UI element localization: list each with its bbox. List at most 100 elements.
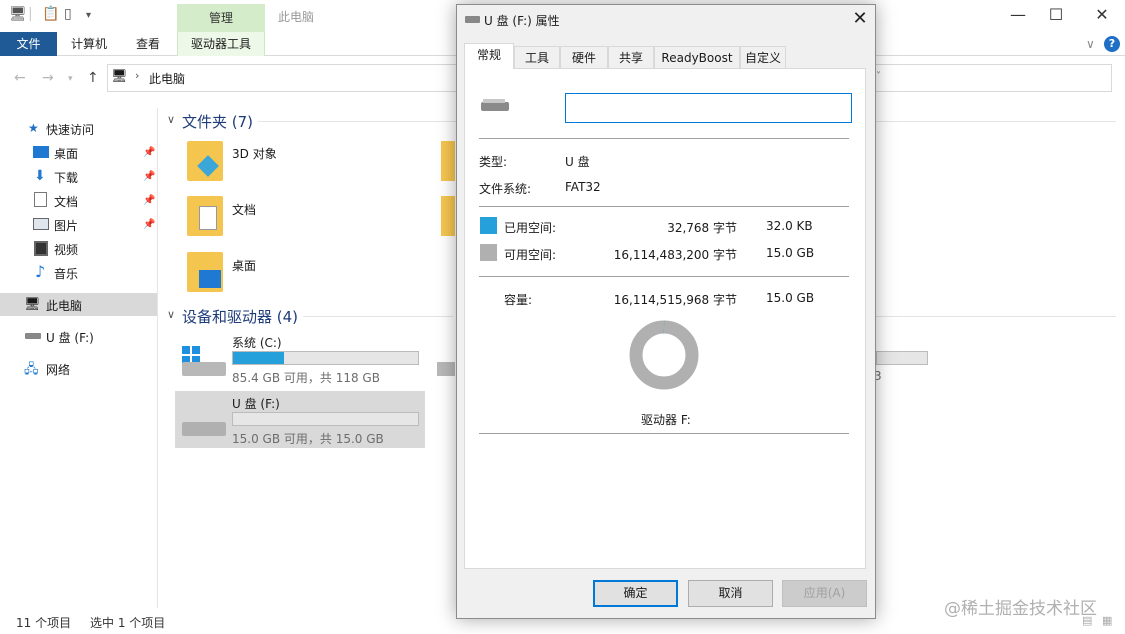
cancel-button[interactable]: 取消 — [688, 580, 773, 607]
tab-readyboost[interactable]: ReadyBoost — [654, 46, 740, 68]
folder-icon[interactable] — [187, 252, 223, 292]
sidebar-item-desktop[interactable]: 桌面 — [54, 145, 78, 162]
tab-view[interactable]: 查看 — [136, 32, 160, 56]
tab-general[interactable]: 常规 — [464, 43, 514, 69]
tab-drive-tools[interactable]: 驱动器工具 — [177, 32, 265, 56]
drive-icon[interactable] — [437, 362, 455, 376]
document-icon — [34, 192, 47, 207]
folder-icon[interactable] — [441, 196, 455, 236]
window-title: 此电脑 — [278, 10, 315, 24]
pin-icon: 📌 — [143, 195, 156, 206]
folder-label[interactable]: 3D 对象 — [232, 145, 277, 162]
breadcrumb-chevron-icon[interactable]: › — [135, 69, 139, 82]
folder-label[interactable]: 文档 — [232, 201, 256, 218]
section-divider — [876, 316, 1116, 317]
capacity-bytes: 16,114,515,968 字节 — [613, 293, 737, 307]
pin-icon: 📌 — [143, 219, 156, 230]
separator — [479, 433, 849, 434]
usage-donut-chart — [629, 320, 699, 390]
drive-free-text: 15.0 GB 可用，共 15.0 GB — [232, 432, 384, 446]
used-bytes: 32,768 字节 — [667, 221, 737, 235]
properties-icon[interactable]: 📋 — [42, 6, 59, 22]
minimize-icon[interactable]: — — [998, 4, 1038, 26]
collapse-chevron-icon[interactable]: ∨ — [167, 113, 175, 126]
sidebar-item-quick-access[interactable]: 快速访问 — [46, 121, 94, 138]
section-divider — [258, 121, 458, 122]
section-divider — [303, 316, 453, 317]
usb-drive-icon — [25, 333, 41, 339]
cube-icon — [197, 155, 219, 177]
folder-icon[interactable] — [187, 141, 223, 181]
pictures-icon — [33, 218, 49, 230]
tab-tools[interactable]: 工具 — [514, 46, 560, 68]
item-count: 11 个项目 — [16, 616, 72, 630]
download-icon: ⬇ — [34, 168, 46, 184]
divider: | — [28, 6, 33, 22]
new-folder-icon[interactable]: ▯ — [64, 6, 72, 22]
large-icons-view-icon[interactable]: ▦ — [1102, 614, 1112, 627]
network-icon: 🖧 — [24, 362, 39, 377]
drive-usage-bar — [876, 351, 928, 365]
sidebar-item-music[interactable]: 音乐 — [54, 265, 78, 282]
sidebar-item-videos[interactable]: 视频 — [54, 241, 78, 258]
separator — [479, 138, 849, 139]
filesystem-label: 文件系统: — [479, 182, 532, 196]
filesystem-value: FAT32 — [565, 180, 601, 194]
used-space-swatch — [480, 217, 497, 234]
free-bytes: 16,114,483,200 字节 — [613, 248, 737, 262]
address-dropdown-icon[interactable]: ˅ — [876, 71, 881, 82]
dialog-title: U 盘 (F:) 属性 — [484, 14, 560, 28]
free-space-swatch — [480, 244, 497, 261]
tab-sharing[interactable]: 共享 — [608, 46, 654, 68]
ok-button[interactable]: 确定 — [593, 580, 678, 607]
collapse-chevron-icon[interactable]: ∨ — [167, 308, 175, 321]
breadcrumb[interactable]: 此电脑 — [149, 70, 185, 87]
recent-locations-icon[interactable]: ▾ — [68, 74, 73, 84]
video-icon — [34, 241, 48, 256]
drive-name[interactable]: U 盘 (F:) — [232, 395, 280, 412]
watermark: @稀土掘金技术社区 — [944, 599, 1097, 619]
sidebar-item-downloads[interactable]: 下载 — [54, 169, 78, 186]
maximize-icon[interactable]: ☐ — [1036, 4, 1076, 26]
selected-count: 选中 1 个项目 — [90, 616, 166, 630]
section-folders[interactable]: 文件夹 (7) — [182, 111, 253, 132]
back-icon[interactable]: ← — [14, 70, 26, 86]
folder-icon[interactable] — [187, 196, 223, 236]
ribbon-expand-icon[interactable]: ∨ — [1086, 37, 1095, 51]
sidebar-item-usb[interactable]: U 盘 (F:) — [46, 329, 94, 346]
tab-file[interactable]: 文件 — [0, 32, 57, 56]
sidebar-item-network[interactable]: 网络 — [46, 361, 70, 378]
drive-icon — [182, 362, 226, 376]
navigation-pane — [0, 108, 158, 608]
tab-hardware[interactable]: 硬件 — [560, 46, 608, 68]
customize-qa-icon[interactable]: ▾ — [86, 10, 91, 21]
computer-icon[interactable]: 🖥 — [9, 6, 27, 22]
usb-drive-icon — [182, 422, 226, 436]
type-label: 类型: — [479, 155, 508, 169]
forward-icon[interactable]: → — [42, 70, 54, 86]
close-icon[interactable]: ✕ — [1082, 4, 1122, 26]
apply-button[interactable]: 应用(A) — [782, 580, 867, 607]
separator — [479, 206, 849, 207]
pc-icon: 🖥 — [24, 297, 41, 312]
drive-name-input[interactable] — [565, 93, 852, 123]
sidebar-item-pictures[interactable]: 图片 — [54, 217, 78, 234]
up-icon[interactable]: ↑ — [87, 70, 99, 86]
tab-customize[interactable]: 自定义 — [740, 46, 786, 68]
sidebar-item-this-pc[interactable]: 此电脑 — [46, 297, 82, 314]
folder-label[interactable]: 桌面 — [232, 257, 256, 274]
dialog-close-icon[interactable]: ✕ — [848, 8, 872, 30]
tab-computer[interactable]: 计算机 — [71, 32, 107, 56]
pin-icon: 📌 — [143, 147, 156, 158]
drive-name[interactable]: 系统 (C:) — [232, 334, 282, 351]
section-devices[interactable]: 设备和驱动器 (4) — [182, 306, 298, 327]
folder-icon[interactable] — [441, 141, 455, 181]
desktop-icon — [33, 146, 49, 158]
sidebar-item-documents[interactable]: 文档 — [54, 193, 78, 210]
type-value: U 盘 — [565, 155, 590, 169]
desktop-icon — [199, 270, 221, 288]
pc-icon: 🖥 — [111, 69, 128, 84]
help-icon[interactable]: ? — [1104, 36, 1120, 52]
usb-drive-icon — [465, 16, 480, 23]
drive-usage-fill — [233, 352, 285, 364]
